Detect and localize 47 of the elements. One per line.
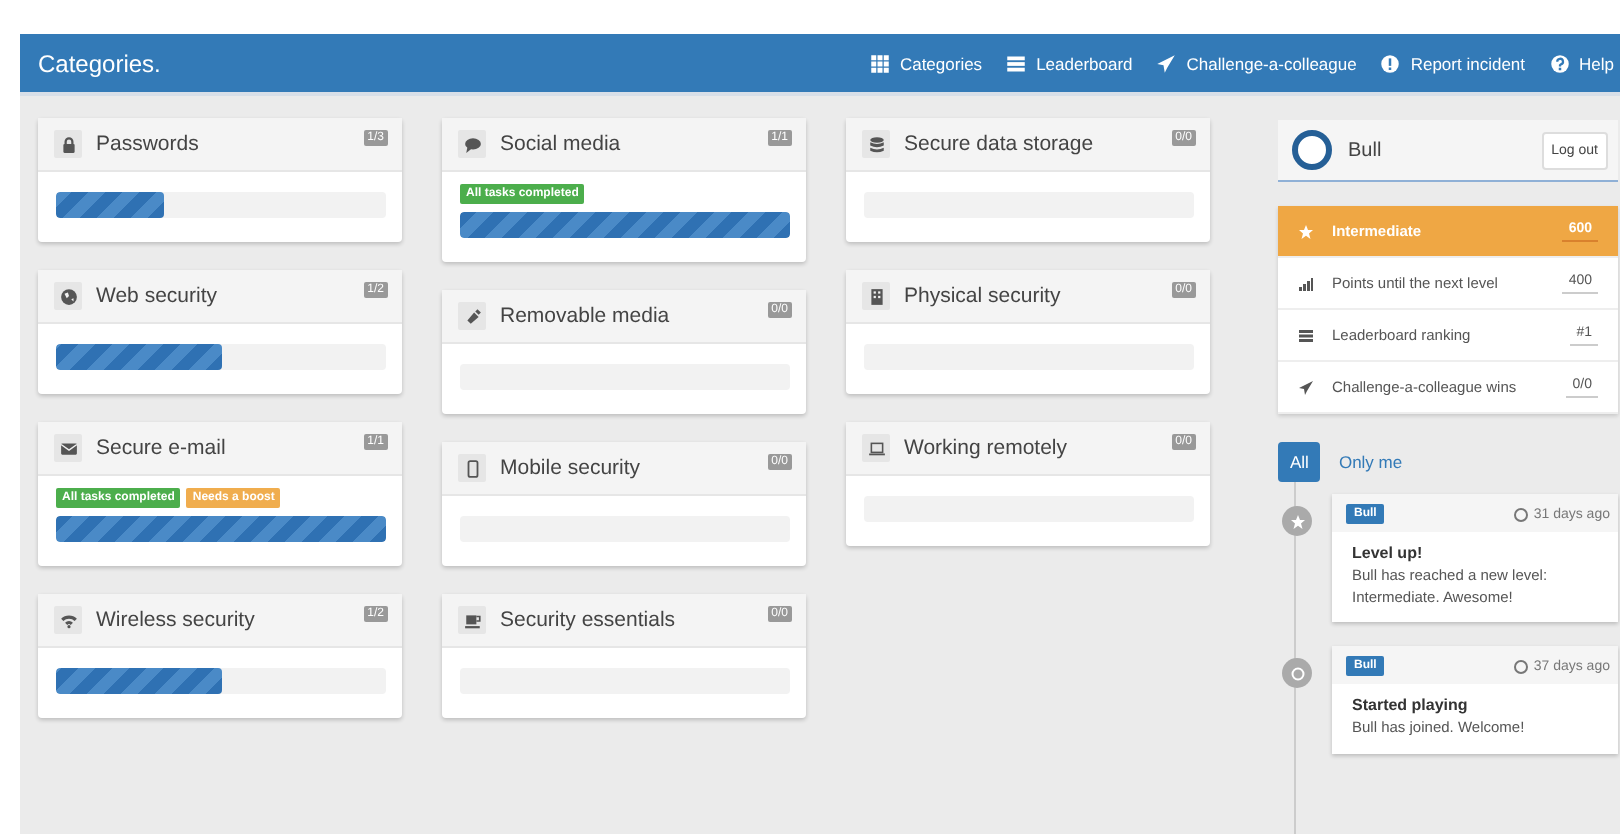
category-title: Removable media xyxy=(500,304,672,328)
category-title: Wireless security xyxy=(96,608,257,632)
filter-tab[interactable]: All xyxy=(1278,442,1321,482)
database-icon xyxy=(867,135,885,153)
category-title: Web security xyxy=(96,284,219,308)
page-title: Categories. xyxy=(38,49,161,77)
nav-link[interactable]: Report incident xyxy=(1380,53,1526,73)
avatar xyxy=(1292,130,1332,170)
signal-bars-icon xyxy=(1298,275,1314,291)
nav-link[interactable]: Leaderboard xyxy=(1006,53,1133,73)
circle-icon xyxy=(1289,665,1305,681)
envelope-icon xyxy=(59,439,77,457)
activity-title: Started playing xyxy=(1352,696,1470,714)
help-icon xyxy=(1549,53,1570,73)
category-title: Secure e-mail xyxy=(96,436,228,460)
list-icon xyxy=(1006,53,1027,73)
wifi-icon xyxy=(59,611,77,629)
lock-icon xyxy=(59,135,77,153)
category-title: Passwords xyxy=(96,132,201,156)
category-title: Physical security xyxy=(904,284,1063,308)
paper-plane-icon xyxy=(1156,53,1177,73)
category-title: Secure data storage xyxy=(904,132,1096,156)
category-title: Social media xyxy=(500,132,623,156)
laptop-icon xyxy=(867,439,885,457)
alert-icon xyxy=(1380,53,1401,73)
list-icon xyxy=(1298,327,1314,343)
building-icon xyxy=(867,287,885,305)
nav-link[interactable]: Help xyxy=(1549,53,1614,73)
paper-plane-icon xyxy=(1298,379,1314,395)
mobile-phone-icon xyxy=(463,459,481,477)
category-title: Security essentials xyxy=(500,608,678,632)
user-name: Bull xyxy=(1348,139,1384,161)
nav-link[interactable]: Categories xyxy=(869,53,983,73)
coffee-cup-icon xyxy=(463,611,481,629)
usb-plug-icon xyxy=(463,307,481,325)
star-icon xyxy=(1298,223,1314,239)
nav-link[interactable]: Challenge-a-colleague xyxy=(1156,53,1357,73)
globe-icon xyxy=(59,287,77,305)
grid-icon xyxy=(869,53,890,73)
category-title: Working remotely xyxy=(904,436,1069,460)
activity-title: Level up! xyxy=(1352,544,1425,562)
star-icon xyxy=(1289,513,1305,529)
category-title: Mobile security xyxy=(500,456,643,480)
clock-icon xyxy=(1513,507,1528,521)
speech-bubble-icon xyxy=(463,135,481,153)
clock-icon xyxy=(1513,659,1528,673)
filter-tab[interactable]: Only me xyxy=(1326,442,1415,482)
